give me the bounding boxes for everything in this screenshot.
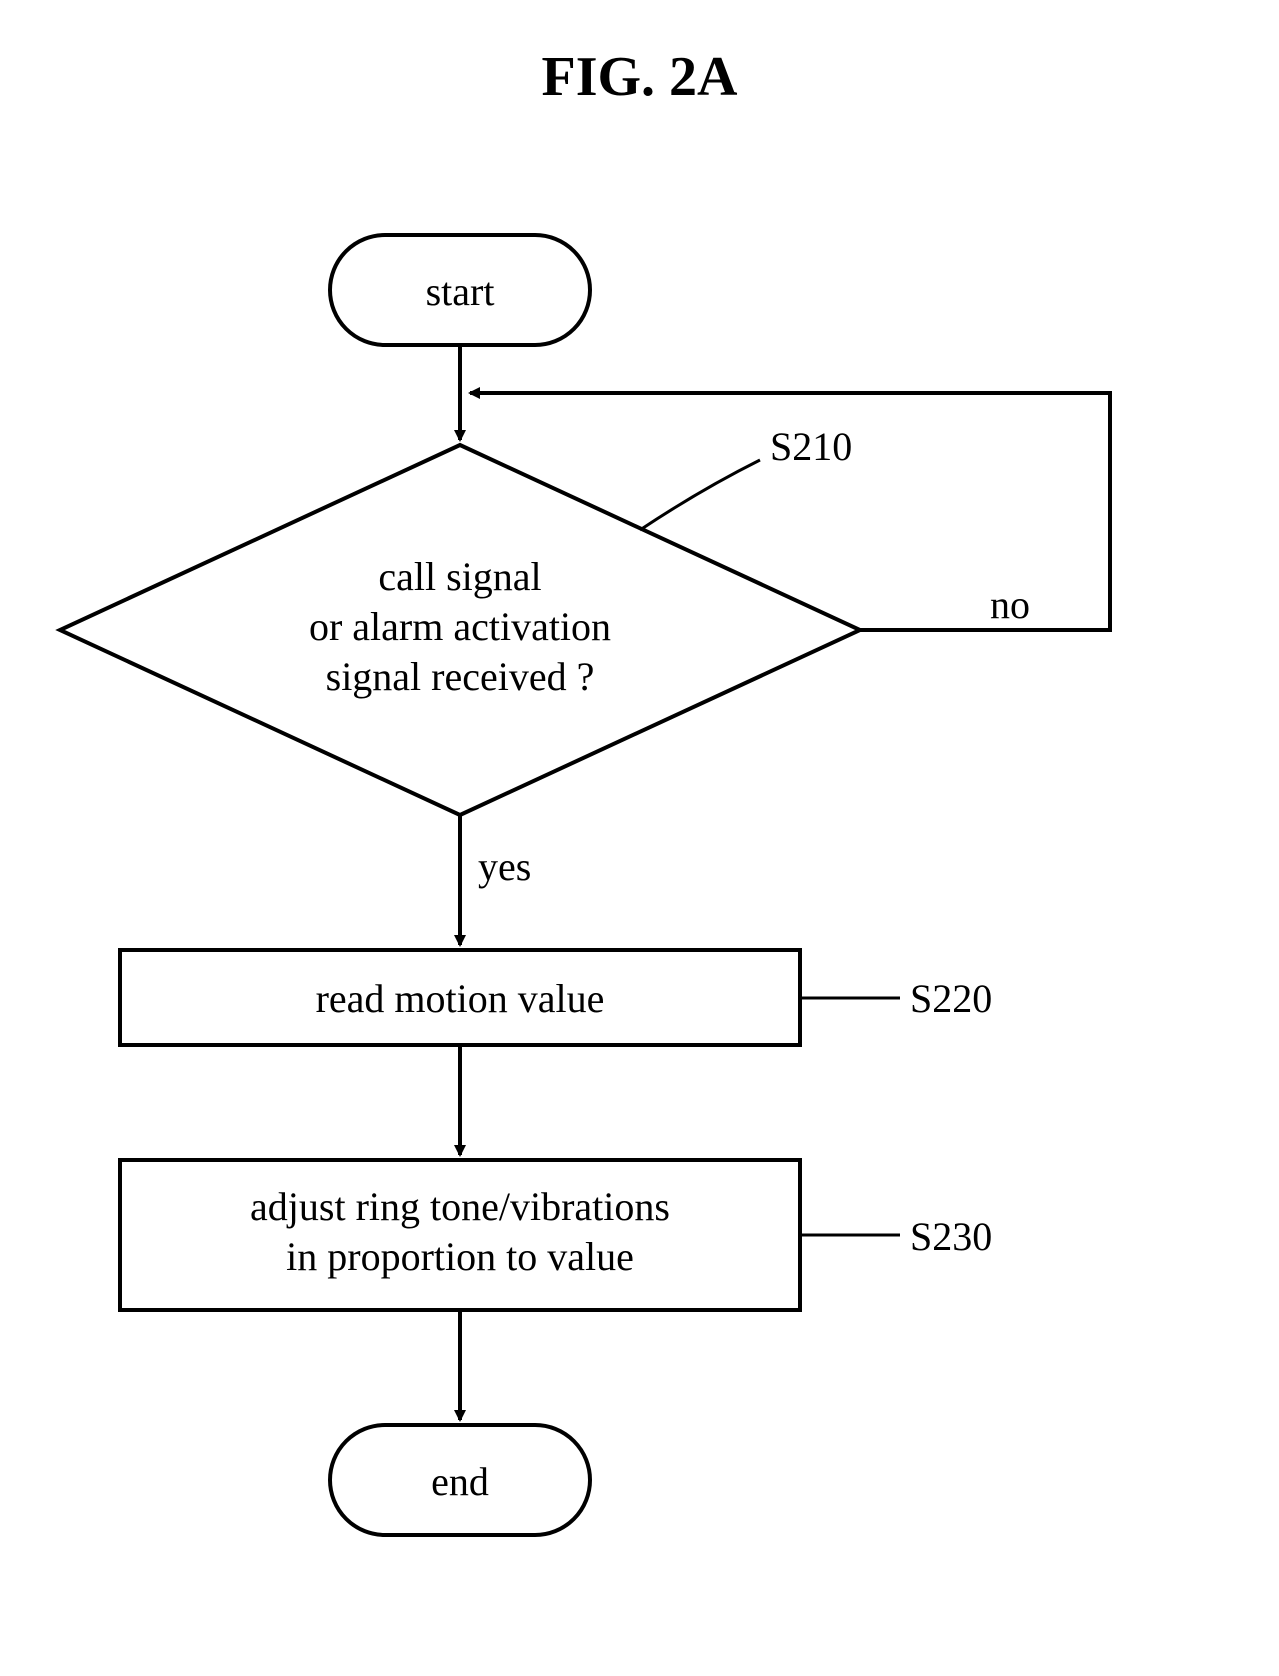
flowchart-canvas: start no call signal or alarm activation… bbox=[0, 0, 1279, 1676]
process2-line1: adjust ring tone/vibrations bbox=[250, 1184, 670, 1229]
ref-s210: S210 bbox=[640, 424, 852, 530]
process2-node: adjust ring tone/vibrations in proportio… bbox=[120, 1160, 800, 1310]
decision-line3: signal received ? bbox=[326, 654, 595, 699]
end-node: end bbox=[330, 1425, 590, 1535]
decision-node: call signal or alarm activation signal r… bbox=[60, 445, 860, 815]
edge-yes-label: yes bbox=[478, 844, 531, 889]
decision-line2: or alarm activation bbox=[309, 604, 611, 649]
edge-no-label: no bbox=[990, 582, 1030, 627]
ref-s230: S230 bbox=[800, 1214, 992, 1259]
process2-line2: in proportion to value bbox=[286, 1234, 634, 1279]
decision-line1: call signal bbox=[378, 554, 541, 599]
arrow-decision-to-p1: yes bbox=[460, 815, 531, 945]
start-label: start bbox=[426, 269, 495, 314]
start-node: start bbox=[330, 235, 590, 345]
process1-label: read motion value bbox=[316, 976, 605, 1021]
end-label: end bbox=[431, 1459, 489, 1504]
ref-s220: S220 bbox=[800, 976, 992, 1021]
ref-s220-label: S220 bbox=[910, 976, 992, 1021]
ref-s230-label: S230 bbox=[910, 1214, 992, 1259]
ref-s210-label: S210 bbox=[770, 424, 852, 469]
process1-node: read motion value bbox=[120, 950, 800, 1045]
